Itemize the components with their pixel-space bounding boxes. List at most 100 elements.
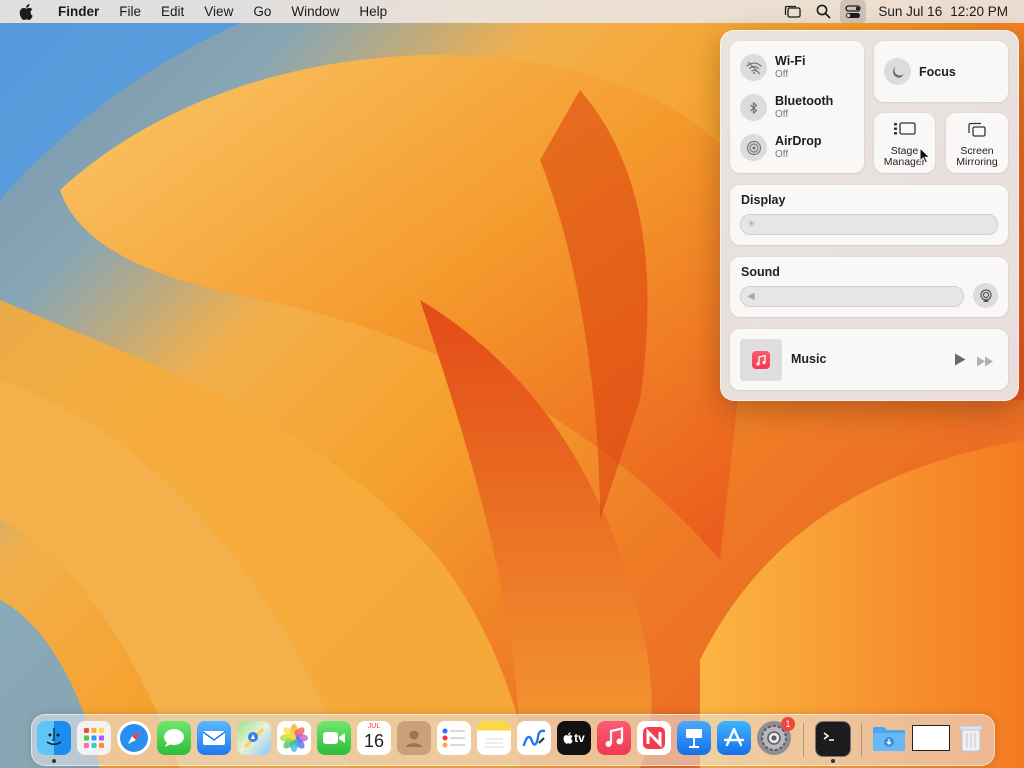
control-center-icon[interactable]	[840, 0, 867, 23]
screen-mirroring-label-line2: Mirroring	[956, 156, 998, 168]
menu-clock[interactable]: Sun Jul 16 12:20 PM	[878, 4, 1008, 19]
speaker-icon: ◀	[747, 291, 755, 302]
menu-window[interactable]: Window	[281, 0, 349, 23]
fast-forward-icon	[977, 356, 993, 367]
fast-forward-button[interactable]	[976, 354, 994, 372]
dock-finder[interactable]	[37, 721, 71, 755]
window-thumbnail	[912, 725, 950, 751]
dock-notes[interactable]	[477, 721, 511, 755]
dock-separator-2	[861, 723, 862, 757]
airdrop-label: AirDrop	[775, 133, 822, 148]
spotlight-search-icon[interactable]	[810, 0, 836, 23]
stage-manager-tile-icon	[893, 121, 917, 142]
mouse-cursor-icon	[919, 147, 931, 164]
volume-slider[interactable]: ◀	[740, 286, 964, 307]
display-tile: Display ☀	[730, 185, 1008, 245]
maps-icon	[243, 727, 265, 749]
dock-mail[interactable]	[197, 721, 231, 755]
wifi-toggle[interactable]: Wi-Fi Off	[740, 54, 805, 81]
apple-menu-icon[interactable]	[18, 3, 34, 21]
dock-music[interactable]	[597, 721, 631, 755]
freeform-icon	[522, 729, 546, 747]
play-icon	[955, 353, 966, 366]
dock-reminders[interactable]	[437, 721, 471, 755]
bluetooth-status: Off	[775, 109, 789, 121]
music-label: Music	[791, 352, 827, 366]
dock-trash[interactable]	[954, 721, 988, 755]
facetime-icon	[323, 732, 345, 744]
launchpad-icon	[84, 728, 104, 748]
sound-tile: Sound ◀	[730, 257, 1008, 317]
dock-calendar[interactable]: JUL 16	[357, 721, 391, 755]
menu-view[interactable]: View	[194, 0, 243, 23]
stage-manager-icon[interactable]	[780, 0, 806, 23]
dock-safari[interactable]	[117, 721, 151, 755]
dock-app-store[interactable]	[717, 721, 751, 755]
sun-icon: ☀	[747, 219, 756, 230]
play-button[interactable]	[954, 353, 966, 371]
sound-label: Sound	[741, 265, 780, 279]
dock-news[interactable]	[637, 721, 671, 755]
mail-icon	[202, 731, 226, 745]
terminal-icon	[823, 732, 834, 741]
keynote-icon	[686, 729, 702, 748]
dock-facetime[interactable]	[317, 721, 351, 755]
contacts-icon	[406, 730, 422, 747]
music-app-icon	[752, 351, 770, 369]
menu-help[interactable]: Help	[349, 0, 397, 23]
airdrop-icon	[740, 134, 767, 161]
menu-edit[interactable]: Edit	[151, 0, 194, 23]
dock-contacts[interactable]	[397, 721, 431, 755]
dock-tv[interactable]: tv	[557, 721, 591, 755]
bluetooth-label: Bluetooth	[775, 93, 834, 108]
finder-icon	[46, 728, 62, 746]
bluetooth-icon	[740, 94, 767, 121]
dock-photos[interactable]	[277, 721, 311, 755]
calendar-month: JUL	[367, 723, 381, 730]
settings-badge: 1	[781, 717, 795, 731]
network-tile: Wi-Fi Off Bluetooth Off AirDrop Off	[730, 41, 864, 173]
wifi-label: Wi-Fi	[775, 53, 806, 68]
dock-messages[interactable]	[157, 721, 191, 755]
tv-label: tv	[574, 731, 585, 745]
screen-mirroring-icon	[967, 122, 987, 143]
dock-maps[interactable]	[237, 721, 271, 755]
finder-running-dot	[52, 759, 56, 763]
screen-mirroring-button[interactable]: Screen Mirroring	[946, 113, 1008, 173]
dock-downloads-folder[interactable]	[872, 721, 906, 755]
dock: JUL 16 tv 1	[31, 714, 995, 766]
menu-app-name[interactable]: Finder	[48, 0, 109, 23]
photos-icon	[280, 724, 308, 752]
messages-icon	[164, 729, 184, 747]
airplay-audio-icon[interactable]	[973, 283, 998, 308]
display-brightness-slider[interactable]: ☀	[740, 214, 998, 235]
dock-minimized-window[interactable]	[912, 721, 950, 755]
bluetooth-toggle[interactable]: Bluetooth Off	[740, 94, 833, 121]
dock-separator	[803, 723, 804, 757]
dock-keynote[interactable]	[677, 721, 711, 755]
dock-system-settings[interactable]: 1	[757, 717, 795, 755]
airdrop-status: Off	[775, 149, 789, 161]
menu-time: 12:20 PM	[950, 4, 1008, 19]
news-icon	[643, 727, 665, 749]
menu-date: Sun Jul 16	[878, 4, 943, 19]
tv-apple-icon	[563, 732, 573, 744]
airdrop-toggle[interactable]: AirDrop Off	[740, 134, 822, 161]
calendar-day: 16	[363, 731, 385, 751]
dock-freeform[interactable]	[517, 721, 551, 755]
music-artwork	[740, 339, 782, 381]
app-store-icon	[723, 727, 745, 747]
safari-icon	[120, 724, 148, 752]
wifi-icon	[740, 54, 767, 81]
focus-button[interactable]: Focus	[874, 41, 1008, 102]
menu-go[interactable]: Go	[243, 0, 281, 23]
terminal-running-dot	[831, 759, 835, 763]
wifi-status: Off	[775, 69, 789, 81]
music-icon	[605, 727, 624, 747]
screen-mirroring-label: Screen Mirroring	[946, 146, 1008, 168]
dock-launchpad[interactable]	[77, 721, 111, 755]
focus-label: Focus	[919, 64, 956, 79]
notes-icon	[485, 738, 503, 748]
menu-file[interactable]: File	[109, 0, 151, 23]
dock-terminal[interactable]	[815, 721, 851, 757]
